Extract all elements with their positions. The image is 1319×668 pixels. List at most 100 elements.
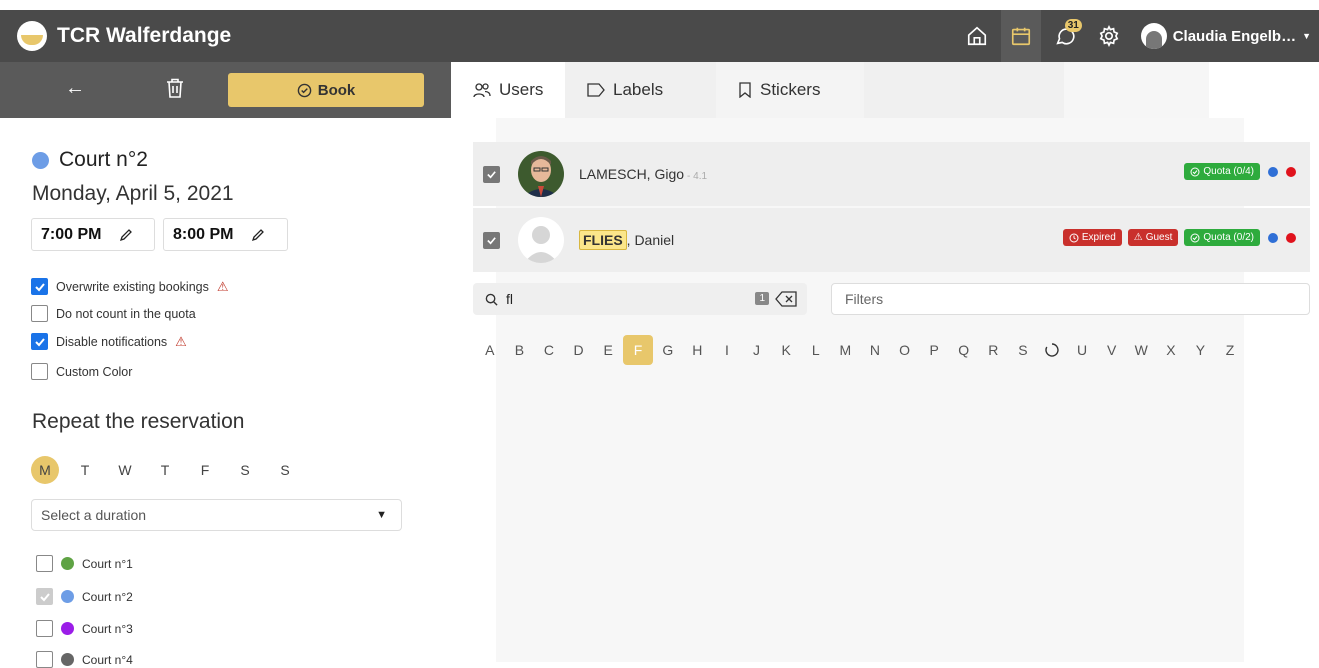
bookmark-icon bbox=[739, 82, 751, 98]
gear-icon[interactable] bbox=[1089, 10, 1129, 62]
option-custom-color[interactable]: Custom Color bbox=[31, 363, 132, 380]
letter-v[interactable]: V bbox=[1097, 335, 1127, 365]
check-circle-icon bbox=[297, 83, 312, 97]
club-logo[interactable] bbox=[17, 21, 47, 51]
option-do-not-count-quota[interactable]: Do not count in the quota bbox=[31, 305, 196, 322]
quota-badge: Quota (0/4) bbox=[1184, 163, 1260, 180]
trash-icon[interactable] bbox=[166, 78, 184, 103]
checkbox-checked[interactable] bbox=[483, 165, 500, 183]
tab-label: Users bbox=[499, 80, 544, 99]
letter-d[interactable]: D bbox=[564, 335, 594, 365]
checkbox-checked[interactable] bbox=[31, 278, 48, 295]
checkbox-unchecked[interactable] bbox=[31, 305, 48, 322]
letter-x[interactable]: X bbox=[1156, 335, 1186, 365]
letter-a[interactable]: A bbox=[475, 335, 505, 365]
letter-e[interactable]: E bbox=[593, 335, 623, 365]
checkbox-unchecked[interactable] bbox=[36, 651, 53, 668]
participant-tabs: Users Labels Stickers bbox=[451, 62, 1319, 118]
start-time-value: 7:00 PM bbox=[41, 225, 102, 243]
chat-icon[interactable]: 31 bbox=[1045, 10, 1085, 62]
tab-label: Stickers bbox=[760, 80, 821, 99]
court-option-2[interactable]: Court n°2 bbox=[36, 588, 133, 605]
letter-r[interactable]: R bbox=[979, 335, 1009, 365]
letter-t-loading[interactable] bbox=[1038, 335, 1068, 365]
letter-p[interactable]: P bbox=[919, 335, 949, 365]
option-overwrite-bookings[interactable]: Overwrite existing bookings ⚠ bbox=[31, 278, 229, 295]
court-option-3[interactable]: Court n°3 bbox=[36, 620, 133, 637]
label-icon bbox=[587, 83, 605, 97]
user-name: FLIES, Daniel bbox=[579, 230, 674, 250]
checkbox-unchecked[interactable] bbox=[31, 363, 48, 380]
letter-k[interactable]: K bbox=[771, 335, 801, 365]
user-tags: Expired ⚠ Guest Quota (0/2) bbox=[1057, 229, 1296, 246]
tab-labels[interactable]: Labels bbox=[565, 62, 716, 118]
warning-icon: ⚠ bbox=[175, 333, 187, 349]
letter-m[interactable]: M bbox=[831, 335, 861, 365]
pencil-icon bbox=[120, 228, 133, 241]
tab-users[interactable]: Users bbox=[451, 62, 565, 118]
letter-g[interactable]: G bbox=[653, 335, 683, 365]
app-title[interactable]: TCR Walferdange bbox=[57, 24, 231, 48]
letter-f[interactable]: F bbox=[622, 335, 653, 365]
letter-q[interactable]: Q bbox=[949, 335, 979, 365]
end-time-field[interactable]: 8:00 PM bbox=[163, 218, 288, 251]
court-option-4[interactable]: Court n°4 bbox=[36, 651, 133, 668]
tab-bar-filler bbox=[1064, 62, 1209, 118]
start-time-field[interactable]: 7:00 PM bbox=[31, 218, 155, 251]
day-friday[interactable]: F bbox=[191, 456, 219, 484]
checkbox-checked[interactable] bbox=[483, 231, 500, 249]
calendar-icon[interactable] bbox=[1000, 10, 1041, 62]
filters-input[interactable]: Filters bbox=[831, 283, 1310, 315]
home-icon[interactable] bbox=[957, 10, 997, 62]
users-icon bbox=[473, 83, 491, 98]
court-color-dot bbox=[61, 590, 74, 603]
user-menu[interactable]: Claudia Engelb… ▼ bbox=[1140, 23, 1311, 49]
option-disable-notifications[interactable]: Disable notifications ⚠ bbox=[31, 333, 187, 350]
letter-y[interactable]: Y bbox=[1186, 335, 1216, 365]
checkbox-unchecked[interactable] bbox=[36, 555, 53, 572]
letter-n[interactable]: N bbox=[860, 335, 890, 365]
back-arrow-icon[interactable]: ← bbox=[65, 77, 85, 100]
dropdown-arrow-icon: ▼ bbox=[376, 509, 387, 521]
user-avatar-icon bbox=[1140, 23, 1167, 49]
letter-j[interactable]: J bbox=[742, 335, 772, 365]
checkbox-checked[interactable] bbox=[31, 333, 48, 350]
day-thursday[interactable]: T bbox=[151, 456, 179, 484]
participant-row[interactable]: FLIES, Daniel Expired ⚠ Guest Quota (0/2) bbox=[473, 208, 1310, 272]
letter-w[interactable]: W bbox=[1126, 335, 1156, 365]
duration-select[interactable]: Select a duration ▼ bbox=[31, 499, 402, 531]
option-label: Disable notifications bbox=[56, 334, 168, 349]
clear-search-icon[interactable] bbox=[775, 291, 797, 310]
search-icon bbox=[485, 293, 498, 306]
booking-toolbar: ← Book bbox=[0, 62, 451, 118]
participant-row[interactable]: LAMESCH, Gigo - 4.1 Quota (0/4) bbox=[473, 142, 1310, 206]
day-monday[interactable]: M bbox=[31, 456, 59, 484]
court-label: Court n°4 bbox=[82, 652, 133, 667]
checkbox-unchecked[interactable] bbox=[36, 620, 53, 637]
participants-panel: Users Labels Stickers LAMESCH, Gigo - 4.1… bbox=[451, 62, 1319, 662]
court-option-1[interactable]: Court n°1 bbox=[36, 555, 133, 572]
book-button[interactable]: Book bbox=[228, 73, 424, 107]
option-label: Overwrite existing bookings bbox=[56, 279, 209, 294]
notification-badge: 31 bbox=[1064, 19, 1082, 32]
tab-stickers[interactable]: Stickers bbox=[716, 62, 864, 118]
letter-o[interactable]: O bbox=[890, 335, 920, 365]
day-saturday[interactable]: S bbox=[231, 456, 259, 484]
filters-placeholder: Filters bbox=[845, 291, 884, 307]
user-photo bbox=[518, 151, 564, 197]
day-wednesday[interactable]: W bbox=[111, 456, 139, 484]
day-sunday[interactable]: S bbox=[271, 456, 299, 484]
letter-i[interactable]: I bbox=[712, 335, 742, 365]
user-search-input[interactable]: fl 1 bbox=[473, 283, 807, 315]
letter-b[interactable]: B bbox=[505, 335, 535, 365]
letter-l[interactable]: L bbox=[801, 335, 831, 365]
letter-c[interactable]: C bbox=[534, 335, 564, 365]
letter-s[interactable]: S bbox=[1008, 335, 1038, 365]
letter-z[interactable]: Z bbox=[1215, 335, 1245, 365]
letter-u[interactable]: U bbox=[1067, 335, 1097, 365]
letter-h[interactable]: H bbox=[683, 335, 713, 365]
pencil-icon bbox=[252, 228, 265, 241]
tab-bar-filler bbox=[864, 62, 1064, 118]
caret-down-icon: ▼ bbox=[1302, 31, 1311, 41]
day-tuesday[interactable]: T bbox=[71, 456, 99, 484]
